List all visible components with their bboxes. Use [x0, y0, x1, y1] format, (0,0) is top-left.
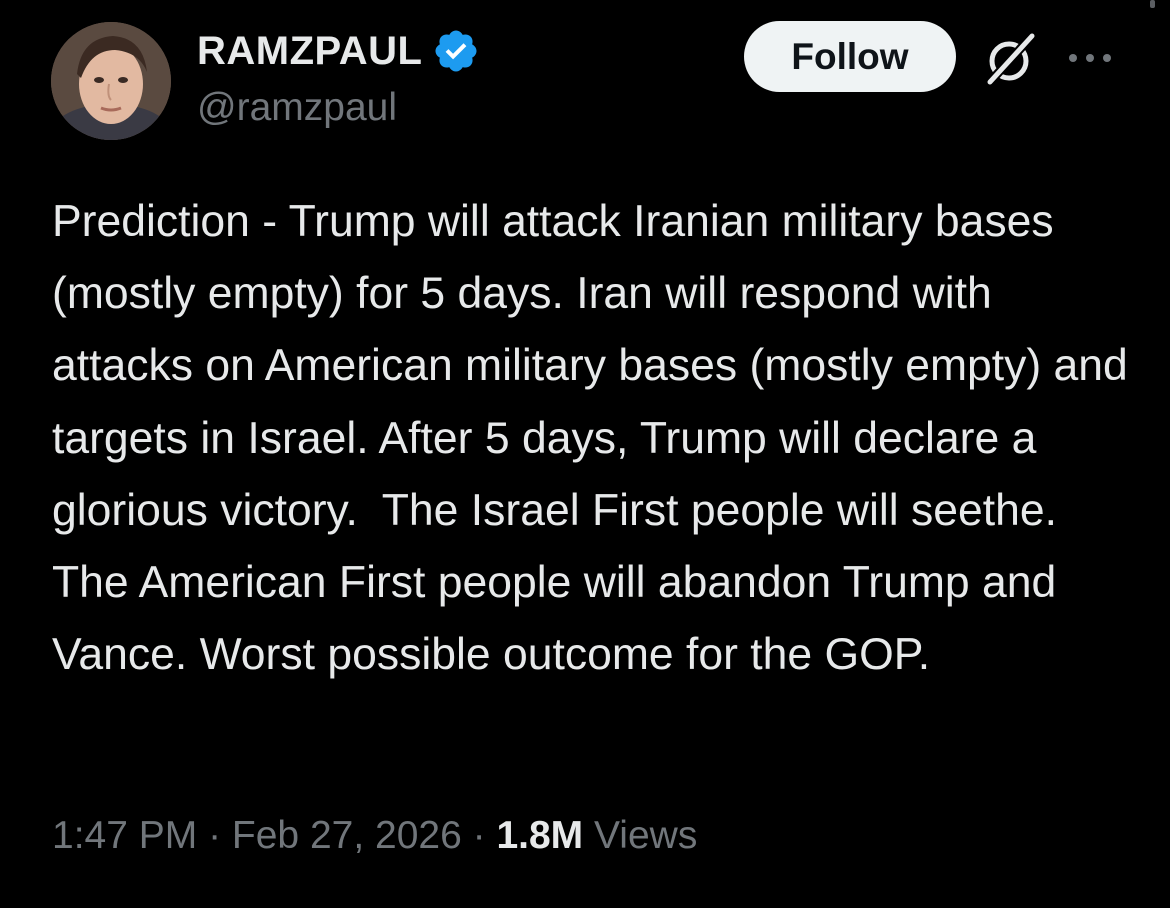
meta-separator: · — [197, 814, 232, 857]
verified-badge-icon[interactable] — [432, 27, 480, 75]
author-name-row: RAMZPAUL — [197, 28, 480, 74]
more-icon[interactable] — [1066, 48, 1114, 68]
views-label: Views — [583, 814, 698, 857]
tweet-text: Prediction - Trump will attack Iranian m… — [52, 197, 1141, 680]
author-handle[interactable]: @ramzpaul — [197, 86, 397, 130]
follow-button[interactable]: Follow — [744, 21, 956, 92]
tweet-date[interactable]: Feb 27, 2026 — [232, 814, 462, 858]
tweet-container: RAMZPAUL @ramzpaul Follow Prediction - T… — [0, 0, 1170, 908]
meta-separator: · — [461, 814, 497, 857]
tweet-time[interactable]: 1:47 PM — [52, 814, 197, 858]
avatar[interactable] — [51, 22, 171, 140]
views-count[interactable]: 1.8M — [496, 814, 583, 858]
tweet-metadata: 1:47 PM · Feb 27, 2026 · 1.8M Views — [52, 808, 697, 864]
grok-icon[interactable] — [980, 30, 1038, 88]
display-name[interactable]: RAMZPAUL — [197, 29, 422, 74]
scrollbar[interactable] — [1150, 0, 1155, 8]
avatar-image — [51, 22, 171, 140]
